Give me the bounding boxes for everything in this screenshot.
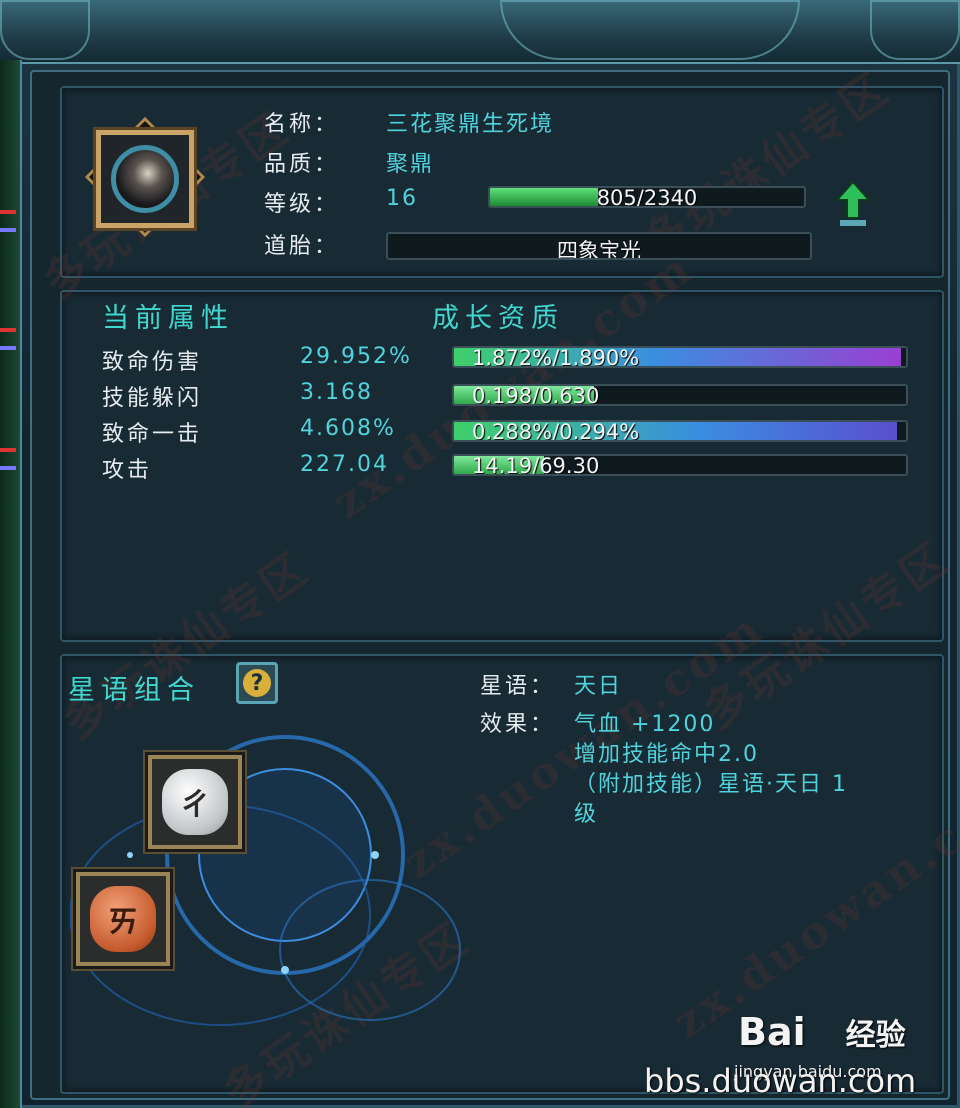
growth-title: 成长资质: [432, 303, 564, 334]
white-rune-icon[interactable]: ㄔ: [148, 755, 242, 849]
dao-bar: 四象宝光: [386, 232, 812, 260]
rune-stone: ㄞ: [90, 886, 156, 952]
growth-bar: 0.288%/0.294%: [452, 420, 908, 442]
attribute-value: 29.952%: [300, 344, 412, 369]
left-edge-strip: [0, 60, 22, 1108]
edge-mark: [0, 228, 16, 232]
edge-mark: [0, 346, 16, 350]
frame-ornament: [0, 0, 90, 60]
orange-rune-icon[interactable]: ㄞ: [76, 872, 170, 966]
attribute-value: 4.608%: [300, 416, 396, 441]
orb-icon[interactable]: [80, 100, 210, 250]
edge-mark: [0, 210, 16, 214]
question-glyph: ?: [243, 669, 271, 697]
rune-glyph: ㄞ: [108, 905, 138, 940]
effect-label: 效果：: [480, 712, 556, 737]
growth-text: 1.872%/1.890%: [472, 346, 640, 368]
bbs-url: bbs.duowan.com: [644, 1062, 917, 1100]
attribute-name: 致命一击: [102, 422, 203, 447]
level-value: 16: [386, 186, 418, 211]
star-combo-title: 星语组合: [68, 675, 200, 706]
effect-line: 气血 +1200: [574, 712, 716, 737]
frame-ornament: [870, 0, 960, 60]
attribute-name: 攻击: [102, 458, 153, 483]
dao-value: 四象宝光: [557, 239, 641, 260]
growth-bar: 14.19/69.30: [452, 454, 908, 476]
star-value: 天日: [574, 674, 623, 699]
effect-line: 增加技能命中2.0: [574, 742, 759, 767]
baidu-logo-text2: 经验: [845, 1018, 906, 1053]
level-label: 等级：: [264, 192, 340, 217]
rune-glyph: ㄔ: [180, 788, 210, 823]
baidu-logo-text: Bai: [738, 1010, 806, 1054]
up-arrow-icon[interactable]: [836, 180, 870, 228]
attribute-value: 227.04: [300, 452, 389, 477]
name-label: 名称：: [264, 112, 340, 137]
exp-bar: 805/2340: [488, 186, 806, 208]
quality-value: 聚鼎: [386, 152, 435, 177]
rune-stone: ㄔ: [162, 769, 228, 835]
effect-line: 级: [574, 802, 599, 827]
frame-ornament: [500, 0, 800, 60]
edge-mark: [0, 448, 16, 452]
quality-label: 品质：: [264, 152, 340, 177]
effect-line: （附加技能）星语·天日 1: [574, 772, 848, 797]
current-attributes-title: 当前属性: [102, 303, 234, 334]
name-value: 三花聚鼎生死境: [386, 112, 555, 137]
dao-label: 道胎：: [264, 234, 340, 259]
attribute-value: 3.168: [300, 380, 373, 405]
edge-mark: [0, 328, 16, 332]
exp-text: 805/2340: [596, 186, 698, 208]
growth-bar: 0.198/0.630: [452, 384, 908, 406]
edge-mark: [0, 466, 16, 470]
window-title-bar: [0, 0, 960, 64]
growth-bar: 1.872%/1.890%: [452, 346, 908, 368]
orb-gem: [111, 145, 179, 213]
attribute-name: 致命伤害: [102, 350, 203, 375]
growth-text: 0.288%/0.294%: [472, 420, 640, 442]
star-label: 星语：: [480, 674, 556, 699]
baidu-logo: Bai 经验: [738, 1010, 906, 1054]
attribute-name: 技能躲闪: [102, 386, 203, 411]
growth-text: 0.198/0.630: [472, 384, 600, 406]
growth-text: 14.19/69.30: [472, 454, 600, 476]
question-icon[interactable]: ?: [236, 662, 278, 704]
